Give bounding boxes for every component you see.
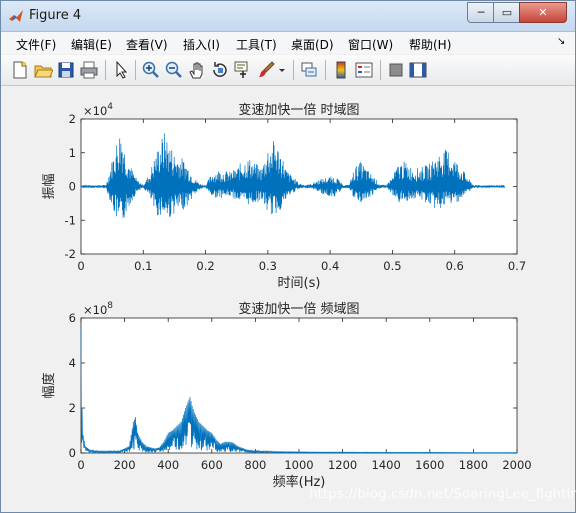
y-tick-label: 1 [69,146,76,160]
x-tick-label: 200 [114,458,136,472]
data-cursor-icon[interactable] [233,60,253,80]
y-tick-label: -1 [65,213,76,227]
rotate-3d-icon[interactable] [210,60,230,80]
x-tick-label: 800 [244,458,266,472]
pan-hand-icon[interactable] [187,60,207,80]
menu-file[interactable]: 文件(F) [16,36,56,53]
toolbar-separator [380,60,381,80]
toolbar-separator [325,60,326,80]
figure-canvas: 0 0.1 0.2 0.3 0.4 0.5 0.6 0.7 -2 -1 0 1 2 ×104 变速加快一倍 … [1,86,576,512]
y-tick-label: 0 [69,180,76,194]
figure-toolbar [1,55,575,86]
matlab-logo-icon [8,8,24,24]
menu-overflow-icon[interactable]: ↘ [557,36,565,47]
x-tick-label: 0.4 [321,259,339,273]
menu-bar: 文件(F) 编辑(E) 查看(V) 插入(I) 工具(T) 桌面(D) 窗口(W… [1,32,575,54]
axis-exponent-label: ×104 [83,102,113,118]
x-tick-label: 0.2 [196,259,214,273]
plot-area: 0 0.1 0.2 0.3 0.4 0.5 0.6 0.7 -2 -1 0 1 2 ×104 变速加快一倍 … [41,102,532,490]
y-tick-label: 0 [69,446,76,460]
x-tick-label: 0.5 [383,259,401,273]
link-plot-icon[interactable] [299,60,319,80]
x-tick-label: 0.1 [134,259,152,273]
x-tick-label: 1200 [328,458,357,472]
x-tick-label: 600 [201,458,223,472]
brush-dropdown-icon[interactable] [277,60,287,80]
axes-title: 变速加快一倍 时域图 [238,102,359,118]
axis-exponent-label: ×108 [83,301,113,317]
menu-tools[interactable]: 工具(T) [236,36,277,53]
y-tick-label: 4 [69,356,76,370]
y-tick-label: 2 [69,112,76,126]
legend-icon[interactable] [354,60,374,80]
axes-box [80,317,518,454]
x-tick-label: 1800 [459,458,488,472]
show-plot-tools-icon[interactable] [408,60,428,80]
new-figure-icon[interactable] [10,60,30,80]
open-file-icon[interactable] [33,60,53,80]
time-domain-axes[interactable]: 0 0.1 0.2 0.3 0.4 0.5 0.6 0.7 -2 -1 0 1 2 ×104 变速加快一倍 … [42,102,526,291]
watermark-text: https://blog.csdn.net/SoaringLee_fightin… [309,486,576,502]
minimize-button[interactable]: ─ [467,2,495,23]
x-tick-label: 2000 [502,458,531,472]
x-tick-label: 0 [77,458,84,472]
menu-window[interactable]: 窗口(W) [348,36,393,53]
menu-view[interactable]: 查看(V) [126,36,168,53]
print-icon[interactable] [79,60,99,80]
x-tick-label: 1000 [284,458,313,472]
hide-plot-tools-icon[interactable] [386,60,406,80]
window-title: Figure 4 [29,8,82,23]
axes-title: 变速加快一倍 频域图 [238,301,359,317]
menu-insert[interactable]: 插入(I) [183,36,220,53]
y-axis-label: 幅度 [41,372,57,398]
zoom-in-icon[interactable] [141,60,161,80]
figure-window: Figure 4 ─ ▭ ✕ 文件(F) 编辑(E) 查看(V) 插入(I) 工… [0,0,576,513]
maximize-button[interactable]: ▭ [493,2,521,23]
y-tick-label: 6 [69,311,76,325]
menu-help[interactable]: 帮助(H) [409,36,451,53]
menu-edit[interactable]: 编辑(E) [71,36,112,53]
x-tick-label: 0.6 [446,259,464,273]
x-tick-label: 1600 [415,458,444,472]
x-axis-label: 时间(s) [278,276,321,291]
save-icon[interactable] [56,60,76,80]
zoom-out-icon[interactable] [164,60,184,80]
close-button[interactable]: ✕ [519,2,567,23]
brush-icon[interactable] [256,60,276,80]
x-tick-label: 0.3 [259,259,277,273]
y-tick-label: -2 [65,247,76,261]
x-tick-label: 1400 [372,458,401,472]
menu-desktop[interactable]: 桌面(D) [291,36,334,53]
title-bar[interactable]: Figure 4 ─ ▭ ✕ [1,1,575,32]
edit-plot-arrow-icon[interactable] [111,60,131,80]
x-tick-label: 0 [77,259,84,273]
x-tick-label: 400 [157,458,179,472]
y-axis-label: 振幅 [42,173,57,199]
toolbar-separator [105,60,106,80]
toolbar-separator [293,60,294,80]
colorbar-icon[interactable] [331,60,351,80]
frequency-domain-axes[interactable]: 0 200 400 600 800 1000 1200 1400 1600 1800 2000 0 2 4… [41,301,532,490]
y-tick-label: 2 [69,401,76,415]
toolbar-separator [135,60,136,80]
x-tick-label: 0.7 [508,259,526,273]
